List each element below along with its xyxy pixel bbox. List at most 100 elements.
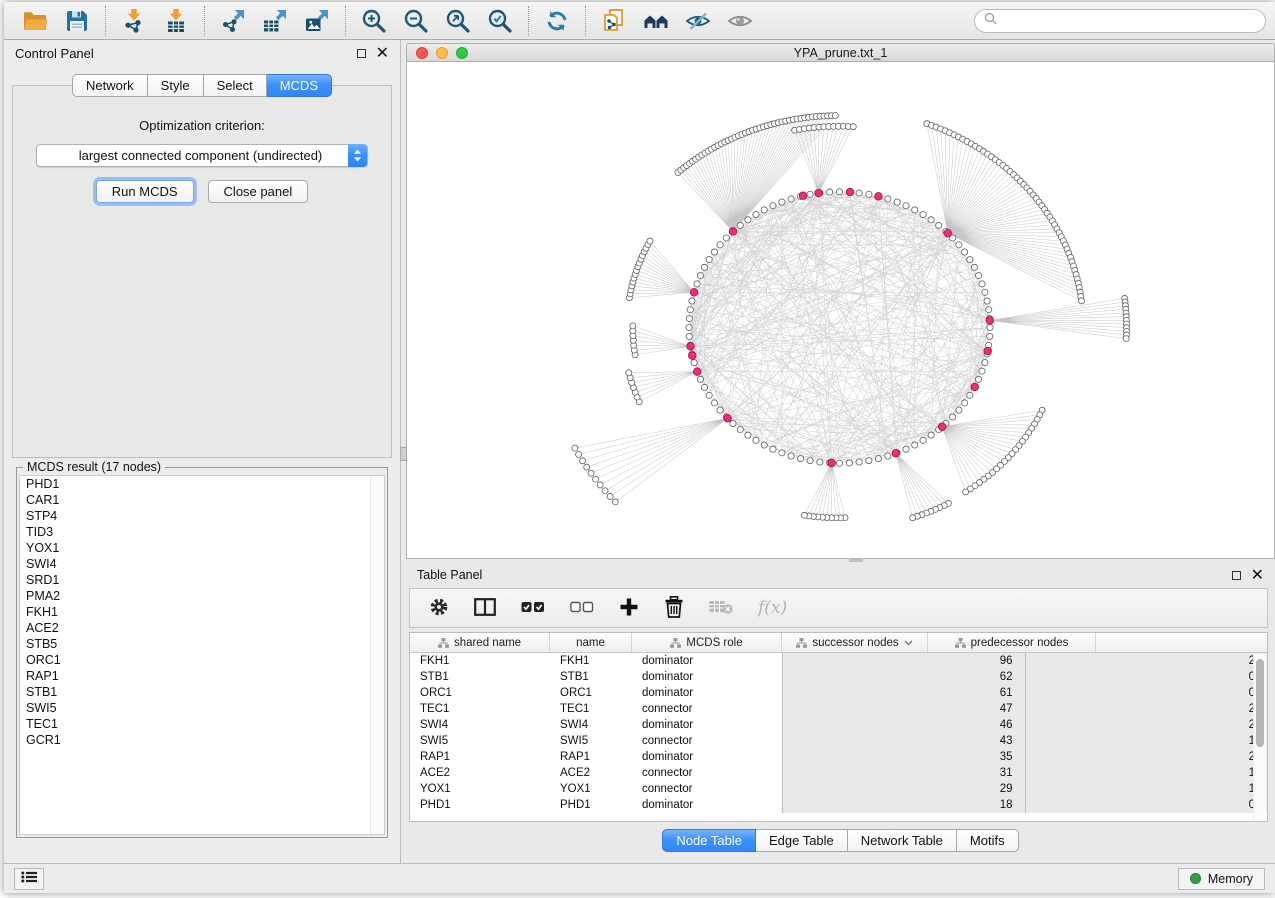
- table-row[interactable]: STB1STB1dominator620: [410, 669, 1267, 685]
- cell-shared-name: STB1: [410, 669, 550, 685]
- import-table-button[interactable]: [161, 6, 191, 36]
- mcds-result-item[interactable]: YOX1: [20, 540, 384, 556]
- toolbar-separator: [585, 6, 586, 36]
- column-header-predecessor-nodes[interactable]: predecessor nodes: [928, 633, 1096, 652]
- zoom-selected-button[interactable]: [485, 6, 515, 36]
- export-table-button[interactable]: [260, 6, 290, 36]
- table-row[interactable]: YOX1YOX1connector291: [410, 781, 1267, 797]
- tab-edge-table[interactable]: Edge Table: [756, 829, 848, 852]
- network-graph[interactable]: [407, 62, 1274, 558]
- zoom-in-button[interactable]: [359, 6, 389, 36]
- float-panel-icon[interactable]: [357, 49, 366, 58]
- network-window-titlebar[interactable]: YPA_prune.txt_1: [406, 43, 1275, 62]
- tab-network[interactable]: Network: [72, 74, 148, 97]
- table-row[interactable]: TEC1TEC1connector472: [410, 701, 1267, 717]
- mcds-result-item[interactable]: SWI4: [20, 556, 384, 572]
- criterion-label: Optimization criterion:: [13, 118, 391, 133]
- task-history-button[interactable]: [14, 868, 44, 890]
- maximize-window-icon[interactable]: [456, 47, 468, 59]
- delete-column-button[interactable]: [664, 596, 684, 621]
- zoom-fit-button[interactable]: [443, 6, 473, 36]
- tab-mcds[interactable]: MCDS: [267, 74, 332, 97]
- criterion-select[interactable]: largest connected component (undirected): [36, 144, 368, 167]
- tab-motifs[interactable]: Motifs: [957, 829, 1019, 852]
- memory-label: Memory: [1208, 872, 1253, 886]
- mcds-result-item[interactable]: FKH1: [20, 604, 384, 620]
- mcds-result-item[interactable]: ORC1: [20, 652, 384, 668]
- mcds-result-item[interactable]: SRD1: [20, 572, 384, 588]
- show-columns-button[interactable]: [474, 598, 496, 619]
- hide-selected-button[interactable]: [683, 6, 713, 36]
- table-row[interactable]: RAP1RAP1dominator352: [410, 749, 1267, 765]
- shared-column-icon: [670, 638, 681, 648]
- cell-name: TEC1: [550, 701, 632, 717]
- cell-successor-nodes: 18: [782, 797, 1025, 813]
- horizontal-splitter[interactable]: [406, 559, 1275, 562]
- search-field[interactable]: [974, 9, 1266, 33]
- cell-successor-nodes: 43: [782, 733, 1025, 749]
- mcds-result-item[interactable]: STB5: [20, 636, 384, 652]
- close-window-icon[interactable]: [416, 47, 428, 59]
- close-panel-icon[interactable]: ✕: [376, 48, 389, 59]
- table-row[interactable]: ACE2ACE2connector311: [410, 765, 1267, 781]
- mcds-result-item[interactable]: PHD1: [20, 476, 384, 492]
- zoom-out-button[interactable]: [401, 6, 431, 36]
- table-row[interactable]: ORC1ORC1dominator610: [410, 685, 1267, 701]
- mcds-result-item[interactable]: TID3: [20, 524, 384, 540]
- table-row[interactable]: SWI5SWI5connector431: [410, 733, 1267, 749]
- mcds-result-item[interactable]: STB1: [20, 684, 384, 700]
- tab-style[interactable]: Style: [148, 74, 204, 97]
- table-scrollbar[interactable]: [1253, 654, 1266, 820]
- create-column-button[interactable]: [619, 597, 639, 620]
- float-panel-icon[interactable]: [1232, 571, 1241, 580]
- cell-mcds-role: dominator: [632, 685, 782, 701]
- search-input[interactable]: [1003, 14, 1256, 28]
- memory-button[interactable]: Memory: [1178, 868, 1265, 890]
- node-table: shared namenameMCDS rolesuccessor nodesp…: [409, 632, 1268, 822]
- sort-caret-icon: [904, 640, 913, 646]
- table-header-row: shared namenameMCDS rolesuccessor nodesp…: [410, 633, 1267, 653]
- export-image-button[interactable]: [302, 6, 332, 36]
- column-header-name[interactable]: name: [550, 633, 632, 652]
- run-mcds-button[interactable]: Run MCDS: [96, 180, 194, 203]
- column-header-successor-nodes[interactable]: successor nodes: [782, 633, 928, 652]
- tab-node-table[interactable]: Node Table: [662, 829, 756, 852]
- show-all-button[interactable]: [725, 6, 755, 36]
- mcds-result-item[interactable]: STP4: [20, 508, 384, 524]
- export-network-button[interactable]: [218, 6, 248, 36]
- mcds-result-item[interactable]: SWI5: [20, 700, 384, 716]
- unselect-all-columns-button[interactable]: [570, 601, 594, 616]
- select-all-columns-button[interactable]: [521, 601, 545, 616]
- table-row[interactable]: PHD1PHD1dominator180: [410, 797, 1267, 813]
- open-button[interactable]: [20, 6, 50, 36]
- save-button[interactable]: [62, 6, 92, 36]
- mcds-result-item[interactable]: CAR1: [20, 492, 384, 508]
- mcds-result-item[interactable]: ACE2: [20, 620, 384, 636]
- mcds-result-item[interactable]: GCR1: [20, 732, 384, 748]
- tab-network-table[interactable]: Network Table: [848, 829, 957, 852]
- table-settings-button[interactable]: [429, 597, 449, 620]
- cell-successor-nodes: 46: [782, 717, 1025, 733]
- cell-successor-nodes: 62: [782, 669, 1025, 685]
- mcds-result-item[interactable]: PMA2: [20, 588, 384, 604]
- mcds-list-scrollbar[interactable]: [370, 476, 384, 834]
- vertical-splitter-handle[interactable]: [400, 447, 407, 461]
- mcds-result-item[interactable]: TEC1: [20, 716, 384, 732]
- cell-shared-name: ORC1: [410, 685, 550, 701]
- mcds-result-item[interactable]: RAP1: [20, 668, 384, 684]
- minimize-window-icon[interactable]: [436, 47, 448, 59]
- table-row[interactable]: FKH1FKH1dominator962: [410, 653, 1267, 669]
- table-row[interactable]: SWI4SWI4dominator462: [410, 717, 1267, 733]
- columns-icon: [474, 598, 496, 619]
- duplicate-network-button[interactable]: [599, 6, 629, 36]
- column-header-shared-name[interactable]: shared name: [410, 633, 550, 652]
- table-scrollbar-thumb[interactable]: [1256, 659, 1264, 747]
- import-network-button[interactable]: [119, 6, 149, 36]
- tab-select[interactable]: Select: [204, 74, 267, 97]
- apply-layout-button[interactable]: [542, 6, 572, 36]
- first-neighbors-button[interactable]: [641, 6, 671, 36]
- close-panel-icon[interactable]: ✕: [1251, 570, 1264, 581]
- cell-shared-name: YOX1: [410, 781, 550, 797]
- close-panel-button[interactable]: Close panel: [208, 180, 309, 203]
- column-header-mcds-role[interactable]: MCDS role: [632, 633, 782, 652]
